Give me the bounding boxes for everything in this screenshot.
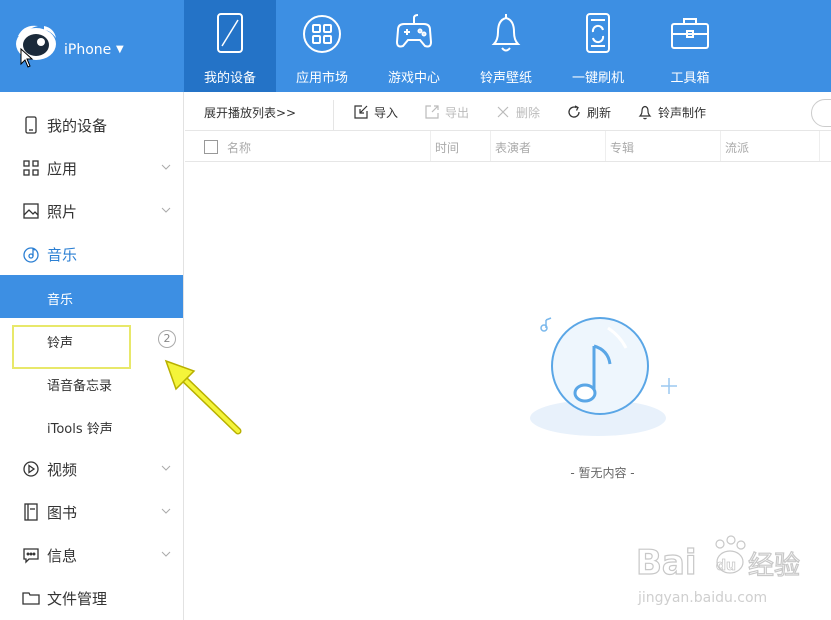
nav-game-center[interactable]: 游戏中心 bbox=[368, 0, 460, 92]
divider bbox=[333, 100, 334, 130]
sidebar-item-label: iTools 铃声 bbox=[47, 422, 113, 437]
sidebar-item-music[interactable]: 音乐 bbox=[0, 232, 183, 275]
toolbar: 展开播放列表>> 导入 导出 删除 刷新 铃声制作 bbox=[185, 92, 831, 131]
empty-music-illustration bbox=[530, 317, 677, 436]
sidebar-item-apps[interactable]: 应用 bbox=[0, 146, 183, 189]
sidebar-item-label: 语音备忘录 bbox=[47, 379, 113, 394]
sidebar-item-label: 应用 bbox=[47, 160, 78, 178]
sidebar-item-books[interactable]: 图书 bbox=[0, 490, 183, 533]
play-icon bbox=[23, 461, 39, 477]
table-header: 名称 时间 表演者 专辑 流派 bbox=[185, 131, 831, 162]
watermark-cn: 经验 bbox=[748, 551, 800, 581]
apps-grid-icon bbox=[303, 15, 341, 53]
column-divider bbox=[720, 131, 721, 161]
import-label: 导入 bbox=[374, 105, 399, 120]
column-header-time[interactable]: 时间 bbox=[435, 139, 459, 156]
column-divider bbox=[605, 131, 606, 161]
make-ringtone-label: 铃声制作 bbox=[658, 105, 707, 120]
sidebar-subitem-music[interactable]: 音乐 bbox=[0, 275, 183, 318]
flash-phone-icon bbox=[586, 13, 610, 53]
sidebar-item-photos[interactable]: 照片 bbox=[0, 189, 183, 232]
delete-label: 删除 bbox=[516, 105, 541, 120]
sidebar-item-file-manager[interactable]: 文件管理 bbox=[0, 576, 183, 619]
device-name: iPhone bbox=[64, 42, 112, 58]
column-header-artist[interactable]: 表演者 bbox=[495, 139, 531, 156]
column-header-genre[interactable]: 流派 bbox=[725, 139, 749, 156]
folder-icon bbox=[22, 592, 40, 605]
delete-button[interactable]: 删除 bbox=[495, 102, 540, 122]
nav-my-device[interactable]: 我的设备 bbox=[184, 0, 276, 92]
nav-label: 游戏中心 bbox=[387, 71, 440, 86]
nav-label: 工具箱 bbox=[670, 71, 710, 86]
chevron-down-icon bbox=[161, 551, 171, 557]
sidebar-item-label: 我的设备 bbox=[47, 117, 108, 135]
sidebar-item-label: 图书 bbox=[47, 504, 78, 522]
device-selector[interactable]: iPhone ▼ bbox=[0, 0, 184, 92]
count-badge: 2 bbox=[158, 330, 176, 348]
watermark-url: jingyan.baidu.com bbox=[637, 590, 767, 606]
book-icon bbox=[24, 503, 38, 521]
annotation-highlight-box bbox=[12, 325, 131, 369]
bell-icon bbox=[491, 14, 521, 52]
mouse-cursor-icon bbox=[20, 48, 34, 68]
annotation-arrow-icon bbox=[164, 359, 242, 435]
refresh-label: 刷新 bbox=[587, 105, 612, 120]
sidebar-item-label: 照片 bbox=[47, 203, 78, 221]
sidebar-item-label: 视频 bbox=[47, 461, 78, 479]
nav-label: 我的设备 bbox=[203, 71, 256, 86]
make-ringtone-button[interactable]: 铃声制作 bbox=[637, 102, 706, 122]
select-all-checkbox[interactable] bbox=[204, 140, 218, 154]
top-bar: iPhone ▼ 我的设备 应用市场 游戏中心 铃声壁纸 一键刷机 工具箱 bbox=[0, 0, 831, 92]
nav-label: 应用市场 bbox=[295, 71, 348, 86]
column-divider bbox=[430, 131, 431, 161]
music-disc-icon bbox=[23, 247, 39, 263]
grid-icon bbox=[23, 160, 39, 176]
nav-toolbox[interactable]: 工具箱 bbox=[644, 0, 736, 92]
refresh-icon bbox=[568, 105, 580, 118]
image-icon bbox=[23, 203, 39, 219]
watermark-brand: Bai bbox=[636, 543, 697, 583]
sidebar-item-my-device[interactable]: 我的设备 bbox=[0, 103, 183, 146]
message-icon bbox=[23, 548, 39, 564]
baidu-jingyan-watermark: Bai du 经验 jingyan.baidu.com bbox=[635, 535, 801, 606]
search-input[interactable] bbox=[811, 99, 831, 127]
column-header-album[interactable]: 专辑 bbox=[610, 139, 634, 156]
sidebar-item-video[interactable]: 视频 bbox=[0, 447, 183, 490]
tablet-icon bbox=[217, 13, 243, 53]
sidebar-item-label: 音乐 bbox=[47, 293, 74, 308]
chevron-down-icon bbox=[161, 164, 171, 170]
phone-icon bbox=[25, 116, 37, 134]
nav-label: 一键刷机 bbox=[571, 71, 624, 86]
sidebar-item-label: 文件管理 bbox=[47, 590, 108, 608]
expand-playlist-link[interactable]: 展开播放列表>> bbox=[204, 104, 296, 121]
main-nav: 我的设备 应用市场 游戏中心 铃声壁纸 一键刷机 工具箱 bbox=[184, 0, 736, 92]
nav-one-click-flash[interactable]: 一键刷机 bbox=[552, 0, 644, 92]
chevron-down-icon bbox=[161, 465, 171, 471]
nav-ringtone-wallpaper[interactable]: 铃声壁纸 bbox=[460, 0, 552, 92]
nav-app-market[interactable]: 应用市场 bbox=[276, 0, 368, 92]
chevron-down-icon bbox=[161, 207, 171, 213]
empty-state-text: - 暂无内容 - bbox=[570, 466, 635, 480]
column-divider bbox=[490, 131, 491, 161]
column-header-name[interactable]: 名称 bbox=[227, 139, 251, 156]
import-button[interactable]: 导入 bbox=[353, 102, 398, 122]
import-icon bbox=[354, 105, 368, 119]
chevron-down-icon bbox=[161, 508, 171, 514]
refresh-button[interactable]: 刷新 bbox=[566, 102, 611, 122]
export-icon bbox=[425, 105, 439, 119]
toolbox-icon bbox=[671, 18, 709, 49]
close-icon bbox=[497, 106, 509, 118]
export-label: 导出 bbox=[445, 105, 470, 120]
column-divider bbox=[819, 131, 820, 161]
export-button[interactable]: 导出 bbox=[424, 102, 469, 122]
sidebar-item-label: 信息 bbox=[47, 547, 78, 565]
sidebar-subitem-itools-ringtones[interactable]: iTools 铃声 bbox=[0, 404, 183, 447]
sidebar-item-label: 音乐 bbox=[47, 246, 78, 264]
sidebar-item-messages[interactable]: 信息 bbox=[0, 533, 183, 576]
bell-icon bbox=[638, 105, 652, 120]
watermark-brand-suffix: du bbox=[716, 558, 736, 574]
nav-label: 铃声壁纸 bbox=[479, 71, 532, 86]
chevron-down-icon: ▼ bbox=[116, 44, 124, 55]
gamepad-icon bbox=[395, 14, 433, 48]
